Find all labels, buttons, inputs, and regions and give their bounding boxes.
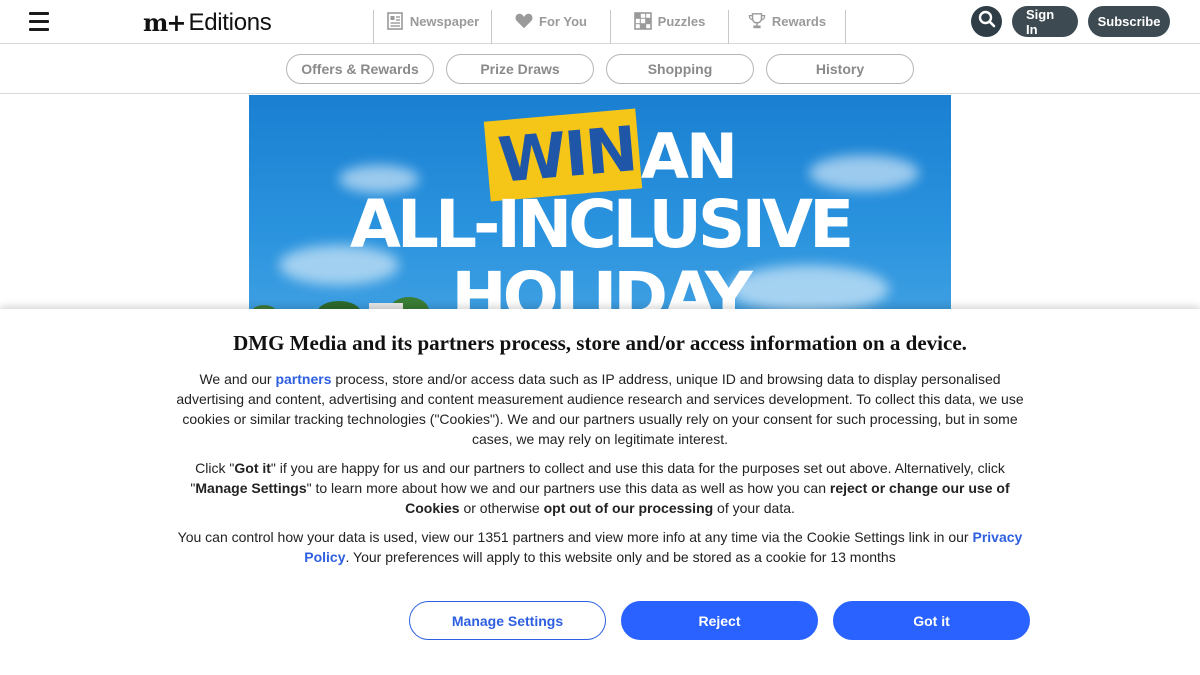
tab-offers-rewards[interactable]: Offers & Rewards [286,54,434,84]
rewards-subnav: Offers & Rewards Prize Draws Shopping Hi… [0,44,1200,94]
nav-item-for-you[interactable]: For You [491,10,610,44]
logo-mark: m+ [143,8,186,37]
manage-settings-button[interactable]: Manage Settings [409,601,606,640]
puzzle-grid-icon [633,12,652,30]
tab-history[interactable]: History [766,54,914,84]
header-actions: Sign In Subscribe [971,6,1170,37]
banner-an-text: AN [641,120,738,193]
got-it-button[interactable]: Got it [833,601,1030,640]
sign-in-button[interactable]: Sign In [1012,6,1078,37]
consent-bold-text: Manage Settings [195,480,307,496]
nav-label: Newspaper [409,13,480,29]
cookie-consent-dialog: DMG Media and its partners process, stor… [0,309,1200,675]
consent-paragraph-2: Click "Got it" if you are happy for us a… [165,458,1035,518]
consent-title: DMG Media and its partners process, stor… [233,331,967,355]
nav-label: Puzzles [657,13,706,29]
nav-label: For You [539,13,587,29]
tab-shopping[interactable]: Shopping [606,54,754,84]
reject-button[interactable]: Reject [621,601,818,640]
menu-icon[interactable] [29,11,49,31]
main-nav: Newspaper For You Puzzles Rewards [373,10,846,44]
nav-label: Rewards [771,13,827,29]
nav-item-puzzles[interactable]: Puzzles [610,10,728,44]
consent-paragraph-3: You can control how your data is used, v… [165,527,1035,567]
consent-paragraph-1: We and our partners process, store and/o… [165,369,1035,449]
tab-prize-draws[interactable]: Prize Draws [446,54,594,84]
consent-text: of your data. [713,500,795,516]
banner-headline: ALL-INCLUSIVE [349,186,854,263]
newspaper-icon [386,12,404,30]
consent-bold-text: opt out of our processing [543,500,714,516]
search-button[interactable] [971,6,1002,37]
partners-link[interactable]: partners [275,371,331,387]
consent-text: You can control how your data is used, v… [177,529,973,545]
trophy-icon [748,12,766,30]
consent-text: We and our [199,371,276,387]
consent-bold-text: Got it [234,460,271,476]
nav-item-newspaper[interactable]: Newspaper [373,10,491,44]
consent-text: " to learn more about how we and our par… [306,480,830,496]
consent-text: or otherwise [459,500,544,516]
logo-text: Editions [188,9,272,36]
nav-item-rewards[interactable]: Rewards [728,10,846,44]
search-icon [978,10,996,33]
consent-text: . Your preferences will apply to this we… [345,549,896,565]
site-logo[interactable]: m+ Editions [143,8,272,38]
subscribe-button[interactable]: Subscribe [1088,6,1170,37]
top-header: m+ Editions Newspaper For You Puzzles Re… [0,0,1200,44]
heart-icon [515,12,533,30]
consent-text: Click " [195,460,235,476]
